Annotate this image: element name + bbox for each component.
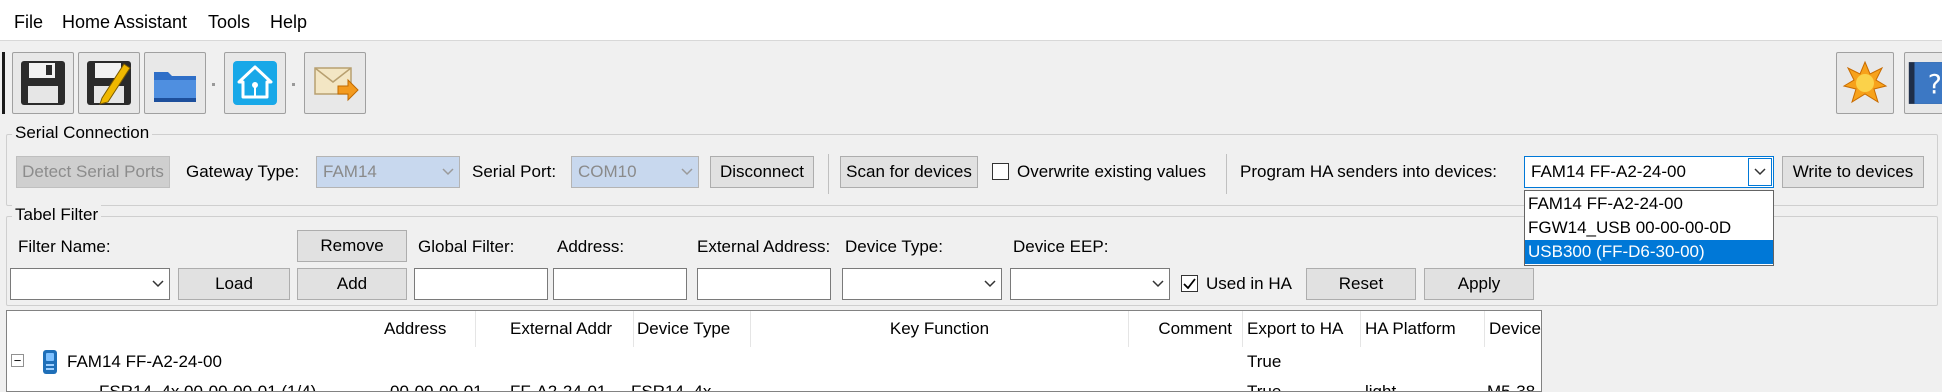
- toolbar-divider: [828, 154, 829, 194]
- column-header-export-to-ha[interactable]: Export to HA: [1243, 311, 1361, 347]
- column-header-address[interactable]: Address: [380, 311, 476, 347]
- save-as-icon: [87, 61, 131, 105]
- chevron-down-icon: [146, 269, 169, 299]
- tree-row-device-external-address: FF-A2-24-01: [510, 382, 607, 392]
- overwrite-label: Overwrite existing values: [1017, 162, 1206, 181]
- menu-home-assistant[interactable]: Home Assistant: [62, 12, 187, 33]
- toolbar: ?: [0, 44, 1942, 120]
- program-ha-senders-label: Program HA senders into devices:: [1240, 162, 1498, 181]
- device-eep-filter-label: Device EEP:: [1013, 237, 1109, 256]
- address-filter-input[interactable]: [553, 268, 687, 300]
- dropdown-option[interactable]: FAM14 FF-A2-24-00: [1525, 192, 1773, 216]
- serial-port-label: Serial Port:: [472, 162, 557, 181]
- home-assistant-button[interactable]: [224, 52, 286, 114]
- chevron-down-icon: [436, 157, 459, 187]
- column-header-device[interactable]: Device: [1485, 311, 1541, 347]
- column-header-device-type[interactable]: Device Type: [633, 311, 751, 347]
- menu-tools[interactable]: Tools: [208, 12, 250, 33]
- tree-row-device-address: 00-00-00-01: [390, 382, 483, 392]
- tree-row-device-device: M5-38: [1487, 382, 1536, 392]
- reset-filter-button[interactable]: Reset: [1306, 268, 1416, 300]
- table-filter-title: Tabel Filter: [12, 205, 102, 225]
- chevron-down-icon: [1146, 269, 1169, 299]
- checkmark-icon: [1183, 278, 1196, 289]
- program-ha-senders-dropdown: FAM14 FF-A2-24-00 FGW14_USB 00-00-00-0D …: [1524, 190, 1774, 266]
- chevron-down-icon: [675, 157, 698, 187]
- open-button[interactable]: [144, 52, 206, 114]
- serial-port-select[interactable]: COM10: [571, 156, 699, 188]
- column-header-key-function[interactable]: Key Function: [751, 311, 1129, 347]
- used-in-ha-checkbox[interactable]: [1181, 275, 1198, 292]
- tree-row-device-platform: light: [1365, 382, 1397, 392]
- chevron-down-icon: [978, 269, 1001, 299]
- save-as-button[interactable]: [78, 52, 140, 114]
- menu-help[interactable]: Help: [270, 12, 307, 33]
- send-button[interactable]: [304, 52, 366, 114]
- device-type-filter-label: Device Type:: [845, 237, 943, 256]
- filter-name-select[interactable]: [10, 268, 170, 300]
- tree-row-gateway-export: True: [1247, 352, 1282, 371]
- help-button[interactable]: ?: [1904, 52, 1942, 114]
- column-header-external-address[interactable]: External Addr: [506, 311, 634, 347]
- external-address-filter-label: External Address:: [697, 237, 831, 256]
- home-assistant-icon: [233, 61, 277, 105]
- serial-connection-title: Serial Connection: [12, 123, 153, 143]
- remove-filter-button[interactable]: Remove: [297, 230, 407, 262]
- toolbar-separator: [212, 83, 215, 86]
- toolbar-separator: [292, 83, 295, 86]
- open-folder-icon: [154, 72, 196, 102]
- filter-name-label: Filter Name:: [18, 237, 111, 256]
- column-header-ha-platform[interactable]: HA Platform: [1361, 311, 1485, 347]
- gateway-device-icon: [43, 350, 57, 374]
- disconnect-button[interactable]: Disconnect: [710, 156, 814, 188]
- gateway-type-label: Gateway Type:: [186, 162, 300, 181]
- program-ha-senders-select[interactable]: FAM14 FF-A2-24-00: [1524, 156, 1774, 188]
- scan-for-devices-button[interactable]: Scan for devices: [840, 156, 978, 188]
- device-tree-table[interactable]: Address External Addr Device Type Key Fu…: [6, 310, 1542, 392]
- send-icon: [314, 67, 359, 102]
- load-filter-button[interactable]: Load: [178, 268, 290, 300]
- address-filter-label: Address:: [557, 237, 625, 256]
- help-icon: ?: [1908, 62, 1942, 104]
- global-filter-input[interactable]: [414, 268, 548, 300]
- gateway-type-value: FAM14: [323, 162, 377, 181]
- apply-filter-button[interactable]: Apply: [1424, 268, 1534, 300]
- sun-icon: [1842, 60, 1888, 104]
- add-filter-button[interactable]: Add: [297, 268, 407, 300]
- global-filter-label: Global Filter:: [418, 237, 515, 256]
- external-address-filter-input[interactable]: [697, 268, 831, 300]
- detect-serial-ports-button[interactable]: Detect Serial Ports: [16, 156, 170, 188]
- tree-row-device-name[interactable]: FSR14_4x 00-00-00-01 (1/4): [99, 381, 316, 391]
- tree-row-device-export: True: [1247, 382, 1282, 392]
- gateway-type-select[interactable]: FAM14: [316, 156, 460, 188]
- toolbar-grip: [2, 52, 5, 114]
- column-header-comment[interactable]: Comment: [1129, 311, 1243, 347]
- save-button[interactable]: [12, 52, 74, 114]
- program-ha-senders-value: FAM14 FF-A2-24-00: [1531, 162, 1686, 181]
- write-to-devices-button[interactable]: Write to devices: [1782, 156, 1924, 188]
- tree-row-gateway-name[interactable]: FAM14 FF-A2-24-00: [67, 351, 222, 373]
- menu-bar: File Home Assistant Tools Help: [0, 0, 1942, 40]
- menu-separator: [0, 40, 1942, 41]
- toolbar-divider: [1226, 154, 1227, 194]
- chevron-down-icon: [1748, 158, 1772, 186]
- tree-row-device-type: FSR14_4x: [631, 382, 712, 392]
- dropdown-option[interactable]: FGW14_USB 00-00-00-0D: [1525, 216, 1773, 240]
- tree-expander-icon[interactable]: −: [11, 354, 24, 367]
- device-eep-filter-select[interactable]: [1010, 268, 1170, 300]
- dropdown-option-selected[interactable]: USB300 (FF-D6-30-00): [1525, 240, 1773, 264]
- settings-button[interactable]: [1836, 52, 1894, 114]
- overwrite-checkbox[interactable]: [992, 163, 1009, 180]
- svg-text:?: ?: [1928, 69, 1942, 100]
- device-type-filter-select[interactable]: [842, 268, 1002, 300]
- used-in-ha-label: Used in HA: [1206, 274, 1292, 293]
- save-icon: [21, 61, 65, 105]
- serial-port-value: COM10: [578, 162, 637, 181]
- menu-file[interactable]: File: [14, 12, 43, 33]
